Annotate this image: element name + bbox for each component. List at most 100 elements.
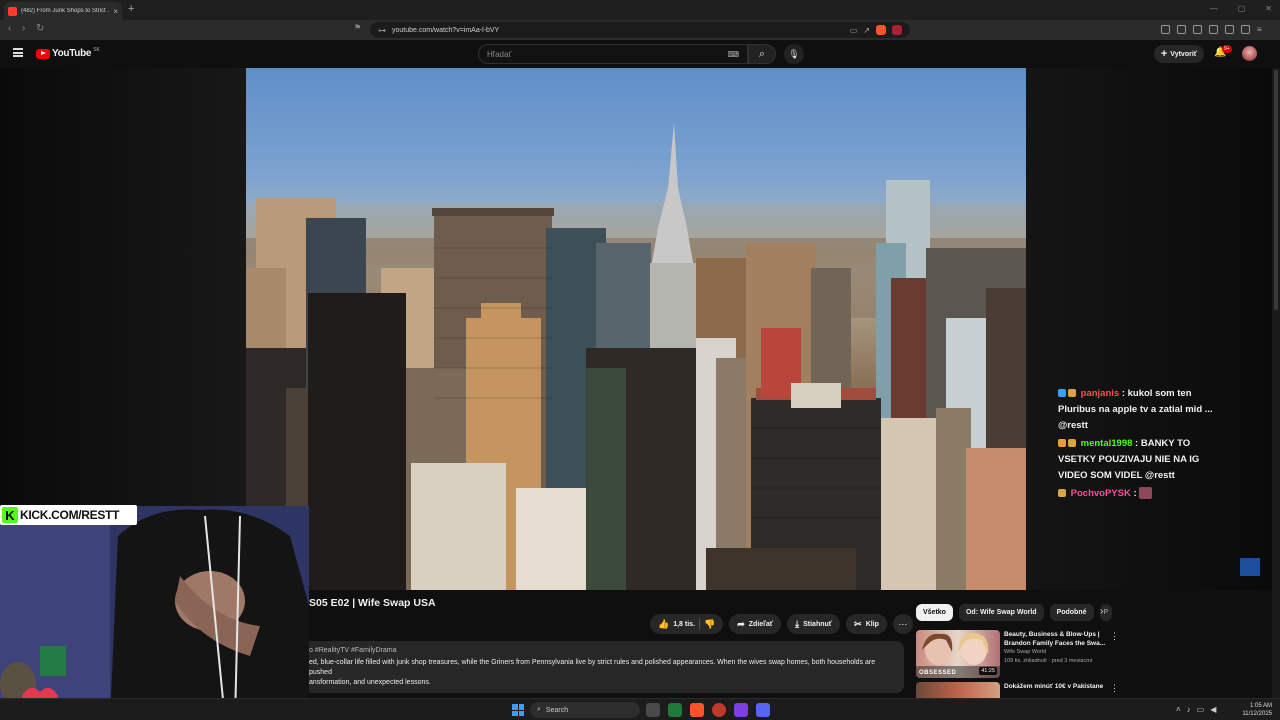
more-actions-button[interactable]: ⋯ [892, 614, 913, 634]
share-label: Zdieľať [748, 620, 774, 628]
obs-icon[interactable] [734, 703, 748, 717]
description-box[interactable]: o #RealityTV #FamilyDrama ed, blue-colla… [309, 641, 904, 693]
thumbs-down-icon[interactable]: 👎 [704, 619, 715, 630]
share-button[interactable]: ➦ Zdieľať [729, 614, 782, 634]
sidebar-icon[interactable] [1193, 25, 1202, 34]
brave-browser-icon[interactable] [690, 703, 704, 717]
video-player[interactable] [246, 68, 1026, 590]
recommendation-item[interactable]: Dokážem minúť 10€ v Pakistane [916, 682, 1116, 698]
recommendation-meta: 109 tis. zhliadnutí · pred 3 mesiacmi [1004, 658, 1093, 664]
wallet-icon[interactable] [1209, 25, 1218, 34]
description-line: ansformation, and unexpected lessons. [309, 679, 431, 686]
tab-close-icon[interactable]: × [113, 7, 118, 16]
chat-badge-icon [1058, 389, 1066, 398]
kebab-menu-icon[interactable]: ⋮ [1110, 683, 1119, 694]
video-actions: 👍 1,8 tis. 👎 ➦ Zdieľať ⤓ Stiahnuť ✂ Klip… [650, 614, 913, 634]
browser-tab[interactable]: (482) From Junk Shops to Strict ... × [4, 2, 122, 20]
back-icon[interactable]: ‹ [8, 23, 11, 34]
clip-button[interactable]: ✂ Klip [846, 614, 887, 634]
youtube-logo[interactable]: YouTube SK [36, 47, 100, 59]
brave-shields-icon[interactable] [876, 25, 886, 35]
thumbs-up-icon[interactable]: 👍 [658, 619, 669, 630]
tab-title: (482) From Junk Shops to Strict ... [21, 8, 110, 14]
cast-icon[interactable]: ▭ [850, 26, 858, 35]
site-info-icon[interactable]: ⊶ [378, 26, 386, 35]
create-label: Vytvoriť [1170, 50, 1198, 58]
minimize-icon[interactable]: — [1210, 4, 1218, 13]
extension-icon[interactable] [1161, 25, 1170, 34]
kebab-menu-icon[interactable]: ⋮ [1110, 631, 1119, 642]
mic-tray-icon[interactable]: ♪ [1187, 705, 1191, 714]
hamburger-menu-icon[interactable] [13, 48, 23, 57]
browser-tab-bar: (482) From Junk Shops to Strict ... × + … [0, 0, 1280, 20]
like-count[interactable]: 1,8 tis. [673, 621, 695, 628]
search-icon: ⌕ [537, 706, 541, 713]
chip-from-channel[interactable]: Od: Wife Swap World [958, 604, 1044, 621]
clock-time: 1:05 AM [1249, 703, 1272, 709]
voice-search-button[interactable]: 🎙 [784, 44, 804, 64]
recommendation-title[interactable]: Beauty, Business & Blow-Ups | Brandon Fa… [1004, 630, 1108, 648]
recommendation-info: Beauty, Business & Blow-Ups | Brandon Fa… [1004, 630, 1108, 678]
close-window-icon[interactable]: ✕ [1265, 4, 1272, 13]
taskbar-clock[interactable]: 1:05 AM 11/12/2025 [1236, 702, 1272, 718]
chat-username: mental1998 [1080, 438, 1133, 449]
chat-message: PochvoPYSK : [1058, 486, 1228, 502]
taskbar-apps [646, 703, 770, 717]
reload-icon[interactable]: ↻ [36, 23, 44, 34]
chevron-up-icon[interactable]: ˄ [1176, 705, 1181, 714]
recommendation-title[interactable]: Dokážem minúť 10€ v Pakistane [1004, 682, 1108, 691]
channel-watermark[interactable] [1240, 558, 1260, 576]
menu-icon[interactable]: ≡ [1257, 25, 1266, 34]
recommendation-channel[interactable]: Wife Swap World [1004, 648, 1108, 657]
windows-start-icon[interactable] [512, 704, 524, 716]
taskbar-search[interactable]: ⌕ Search [530, 702, 640, 718]
avatar[interactable] [1242, 46, 1257, 61]
chip-related[interactable]: Podobné [1049, 604, 1094, 621]
chip-all[interactable]: Všetko [916, 604, 953, 621]
share-icon[interactable]: ↗ [863, 26, 870, 35]
microphone-icon: 🎙 [788, 48, 800, 59]
maximize-icon[interactable]: ▢ [1238, 4, 1246, 13]
url-field[interactable]: ⊶ youtube.com/watch?v=imAa-l-bVY ▭ ↗ [370, 22, 910, 38]
keyboard-icon[interactable]: ⌨ [727, 50, 739, 59]
description-hashtags[interactable]: o #RealityTV #FamilyDrama [309, 647, 898, 654]
search-button[interactable]: ⌕ [748, 44, 776, 64]
youtube-header: YouTube SK Hľadať ⌨ ⌕ 🎙 + Vytvoriť 🔔 9+ [0, 40, 1280, 68]
vpn-icon[interactable] [1241, 25, 1250, 34]
volume-icon[interactable]: ◀ [1210, 705, 1216, 714]
search-input[interactable]: Hľadať ⌨ [478, 44, 748, 64]
app-icon[interactable] [712, 703, 726, 717]
leo-icon[interactable] [1225, 25, 1234, 34]
webcam-feed [0, 506, 309, 720]
recommendation-item[interactable]: OBSESSED 41:25 Beauty, Business & Blow-U… [916, 630, 1116, 678]
create-button[interactable]: + Vytvoriť [1154, 45, 1204, 63]
new-tab-button[interactable]: + [128, 3, 134, 15]
url-text: youtube.com/watch?v=imAa-l-bVY [392, 26, 500, 34]
recommendation-thumbnail[interactable]: OBSESSED 41:25 [916, 630, 1000, 678]
like-dislike-group: 👍 1,8 tis. 👎 [650, 614, 724, 634]
forward-icon[interactable]: › [22, 23, 25, 34]
bookmark-icon[interactable]: ⚑ [354, 23, 361, 32]
youtube-logo-text: YouTube [52, 48, 92, 59]
search-placeholder: Hľadať [487, 49, 512, 59]
excel-icon[interactable] [668, 703, 682, 717]
discord-icon[interactable] [756, 703, 770, 717]
network-icon[interactable]: ▭ [1197, 705, 1205, 714]
chat-username: panjanis [1080, 388, 1120, 399]
kick-channel-url: KICK.COM/RESTT [20, 508, 120, 522]
brave-rewards-icon[interactable] [892, 25, 902, 35]
scissors-icon: ✂ [854, 618, 862, 629]
youtube-play-icon [36, 48, 50, 59]
share-arrow-icon: ➦ [737, 618, 745, 629]
taskbar-search-label: Search [545, 706, 569, 714]
thumbnail-caption: OBSESSED [919, 670, 957, 676]
video-frame-skyline [246, 123, 1026, 590]
scrollbar-thumb[interactable] [1274, 70, 1278, 310]
kick-logo-icon: K [2, 507, 18, 523]
recommendation-thumbnail[interactable] [916, 682, 1000, 698]
chat-badge-icon [1068, 389, 1076, 398]
task-view-icon[interactable] [646, 703, 660, 717]
chevron-right-icon[interactable]: › [1100, 606, 1103, 617]
extension-icon[interactable] [1177, 25, 1186, 34]
download-button[interactable]: ⤓ Stiahnuť [787, 614, 841, 634]
